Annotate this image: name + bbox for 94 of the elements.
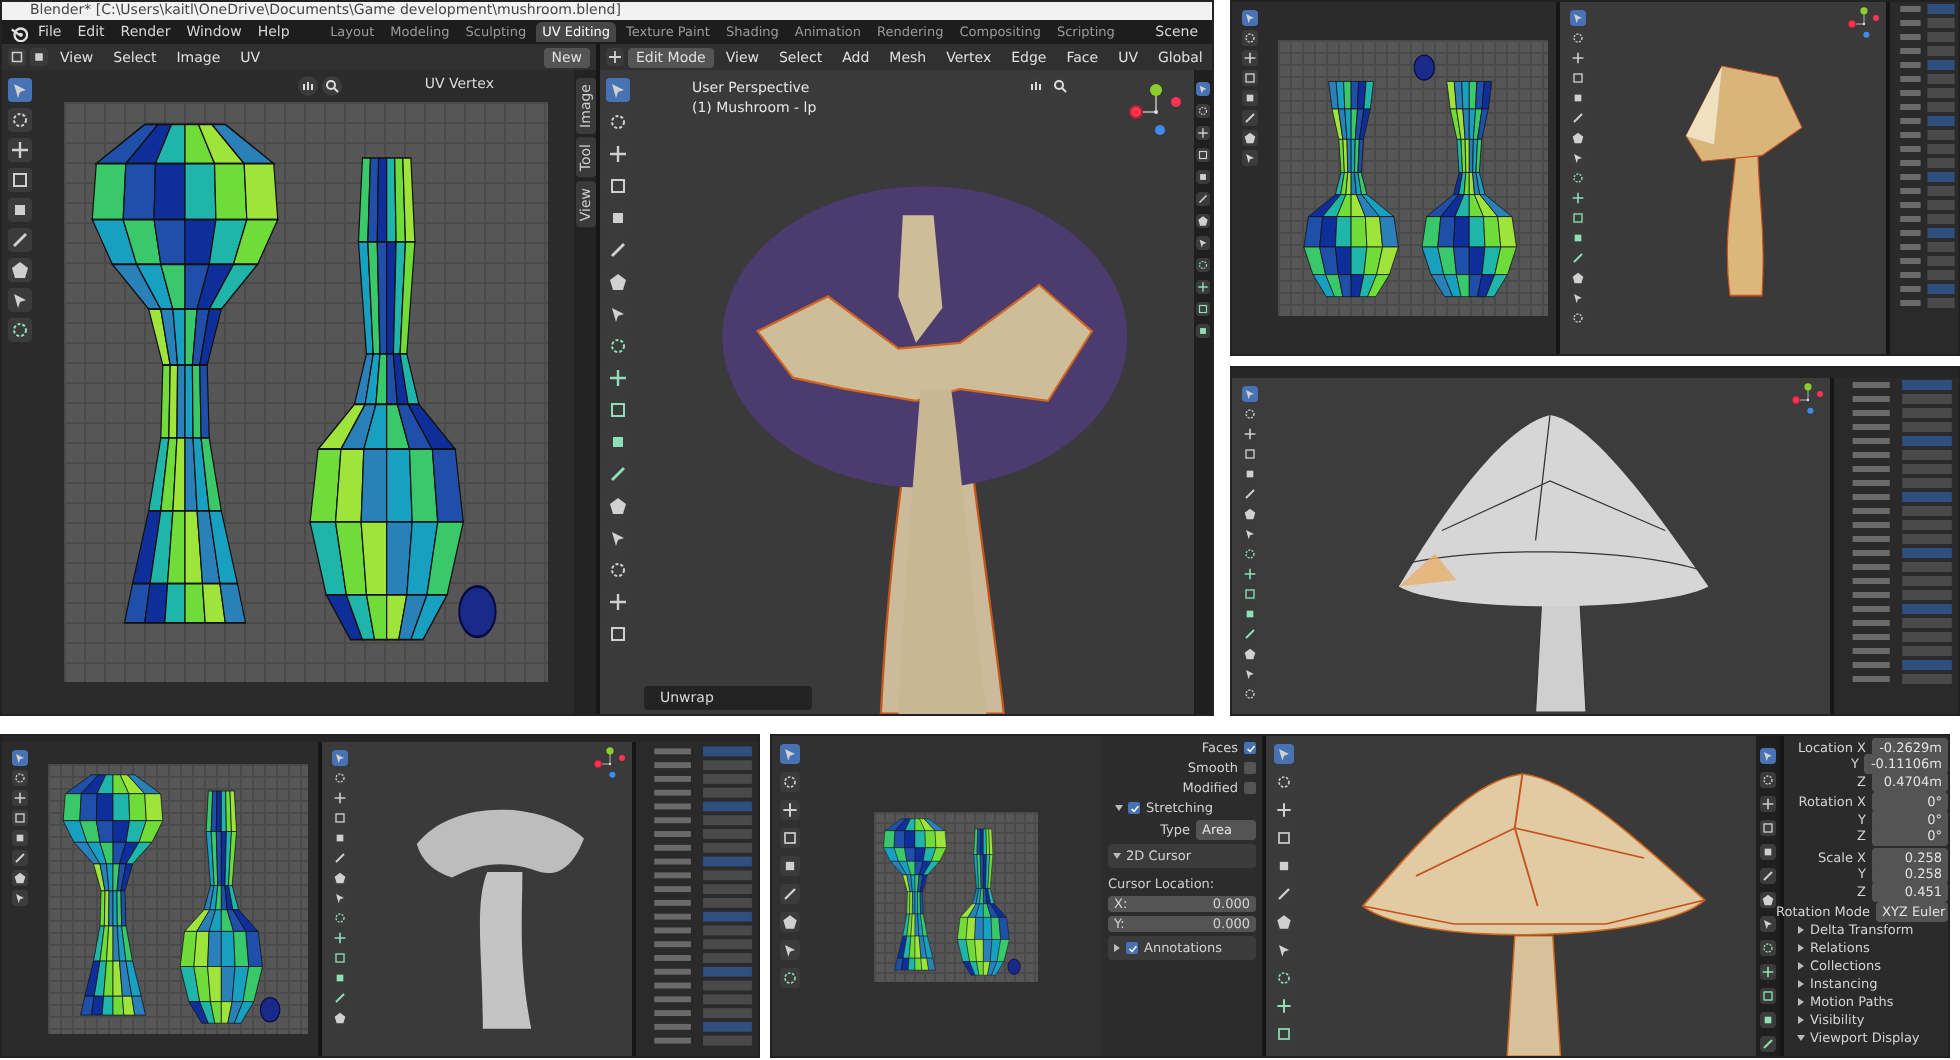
tool-icon[interactable] [1242,10,1258,26]
disclosure-triangle-icon[interactable] [1798,998,1804,1006]
tool-icon[interactable] [332,910,348,926]
tool-icon[interactable] [606,494,630,518]
tool-icon[interactable] [1570,270,1586,286]
tool-icon[interactable] [1196,126,1210,140]
tool-icon[interactable] [1570,30,1586,46]
tool-icon[interactable] [1760,940,1776,956]
tool-icon[interactable] [1274,912,1294,932]
tool-icon[interactable] [1570,310,1586,326]
tool-icon[interactable] [1760,964,1776,980]
tool-icon[interactable] [1242,646,1258,662]
tool-icon[interactable] [780,968,800,988]
tool-icon[interactable] [1196,104,1210,118]
tool-icon[interactable] [8,108,32,132]
tool-icon[interactable] [1242,150,1258,166]
tool-icon[interactable] [1196,302,1210,316]
disclosure-triangle-icon[interactable] [1798,944,1804,952]
tool-icon[interactable] [780,912,800,932]
disclosure-triangle-icon[interactable] [1797,1035,1805,1041]
tool-icon[interactable] [1570,10,1586,26]
tool-icon[interactable] [1760,868,1776,884]
tool-icon[interactable] [1760,1036,1776,1052]
disclosure-triangle-icon[interactable] [1798,962,1804,970]
disclosure-triangle-icon[interactable] [1798,1016,1804,1024]
tool-icon[interactable] [8,288,32,312]
tool-icon[interactable] [8,258,32,282]
tool-icon[interactable] [1196,280,1210,294]
tool-icon[interactable] [1242,30,1258,46]
tool-icon[interactable] [332,870,348,886]
tool-icon[interactable] [1196,236,1210,250]
tool-icon[interactable] [1242,686,1258,702]
tool-icon[interactable] [606,622,630,646]
axis-gizmo-icon[interactable] [1790,382,1826,418]
logo-icon[interactable] [10,23,28,41]
tool-icon[interactable] [1242,506,1258,522]
tool-icon[interactable] [1242,130,1258,146]
zoom-icon[interactable] [322,76,342,96]
tool-icon[interactable] [780,940,800,960]
tool-icon[interactable] [1760,916,1776,932]
tool-icon[interactable] [332,770,348,786]
tool-icon[interactable] [8,168,32,192]
tool-icon[interactable] [1570,170,1586,186]
tool-icon[interactable] [8,138,32,162]
tool-icon[interactable] [12,850,28,866]
tool-icon[interactable] [606,398,630,422]
tool-icon[interactable] [1242,386,1258,402]
tool-icon[interactable] [1760,748,1776,764]
tool-icon[interactable] [1196,324,1210,338]
tool-icon[interactable] [12,750,28,766]
tool-icon[interactable] [1242,406,1258,422]
tool-icon[interactable] [780,772,800,792]
tool-icon[interactable] [8,78,32,102]
tool-icon[interactable] [1196,170,1210,184]
tool-icon[interactable] [780,884,800,904]
tool-icon[interactable] [12,890,28,906]
checkbox[interactable] [1244,782,1256,794]
tool-icon[interactable] [1274,744,1294,764]
tool-icon[interactable] [606,78,630,102]
tool-icon[interactable] [1242,110,1258,126]
axis-gizmo-icon[interactable] [592,746,628,782]
tool-icon[interactable] [332,1010,348,1026]
tool-icon[interactable] [606,270,630,294]
tool-icon[interactable] [1570,130,1586,146]
tool-icon[interactable] [606,48,624,66]
checkbox[interactable] [1128,802,1140,814]
tool-icon[interactable] [12,790,28,806]
tool-icon[interactable] [1196,214,1210,228]
tool-icon[interactable] [12,770,28,786]
tool-icon[interactable] [1196,192,1210,206]
tool-icon[interactable] [1760,796,1776,812]
tool-icon[interactable] [1196,258,1210,272]
tool-icon[interactable] [1196,148,1210,162]
tool-icon[interactable] [8,198,32,222]
tool-icon[interactable] [1760,892,1776,908]
checkbox[interactable] [1126,942,1138,954]
axis-gizmo-icon[interactable] [1846,6,1882,42]
tool-icon[interactable] [1196,82,1210,96]
tool-icon[interactable] [780,744,800,764]
tool-icon[interactable] [8,318,32,342]
disclosure-triangle-icon[interactable] [1798,926,1804,934]
tool-icon[interactable] [780,800,800,820]
tool-icon[interactable] [606,174,630,198]
disclosure-triangle-icon[interactable] [1798,980,1804,988]
tool-icon[interactable] [1274,1024,1294,1044]
tool-icon[interactable] [332,750,348,766]
tool-icon[interactable] [1242,50,1258,66]
checkbox[interactable] [1244,762,1256,774]
checkbox[interactable] [1244,742,1256,754]
tool-icon[interactable] [12,870,28,886]
zoom-icon[interactable] [1050,76,1070,96]
tool-icon[interactable] [8,228,32,252]
tool-icon[interactable] [1242,546,1258,562]
tool-icon[interactable] [1760,772,1776,788]
